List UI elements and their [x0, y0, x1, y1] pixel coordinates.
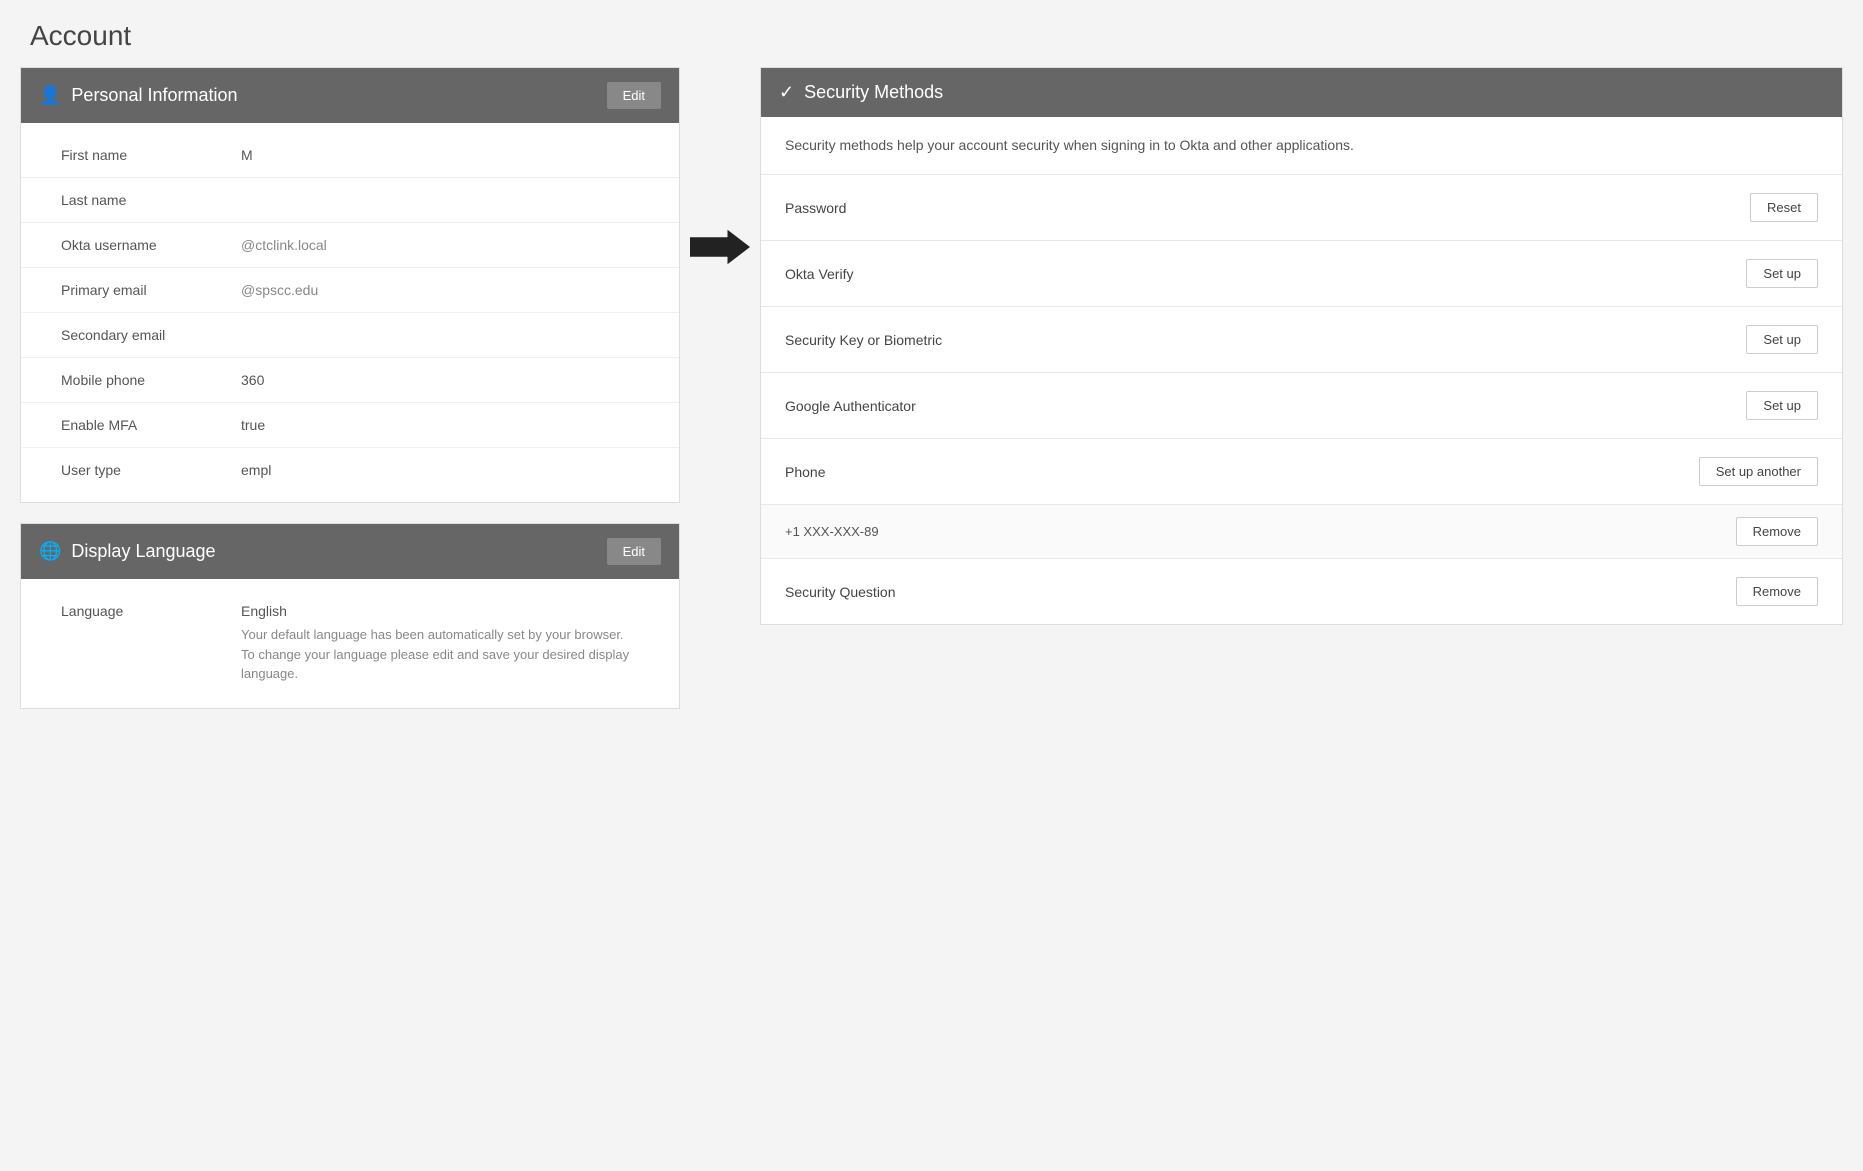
okta-verify-setup-button[interactable]: Set up: [1746, 259, 1818, 288]
left-column: 👤 Personal Information Edit First name M…: [20, 67, 680, 729]
field-value-primary-email: @spscc.edu: [241, 282, 318, 298]
security-row-security-question: Security Question Remove: [761, 559, 1842, 624]
field-value-language: English: [241, 603, 639, 619]
field-row-mobile-phone: Mobile phone 360: [21, 358, 679, 403]
field-value-okta-username: @ctclink.local: [241, 237, 327, 253]
security-key-setup-button[interactable]: Set up: [1746, 325, 1818, 354]
page-container: Account 👤 Personal Information Edit Firs…: [0, 0, 1863, 749]
phone-remove-button[interactable]: Remove: [1736, 517, 1818, 546]
field-label-lastname: Last name: [61, 192, 241, 208]
field-value-user-type: empl: [241, 462, 271, 478]
right-column: ✓ Security Methods Security methods help…: [760, 67, 1843, 625]
field-label-user-type: User type: [61, 462, 241, 478]
field-label-primary-email: Primary email: [61, 282, 241, 298]
phone-number-value: +1 XXX-XXX-89: [785, 524, 879, 539]
display-language-edit-button[interactable]: Edit: [607, 538, 661, 565]
field-row-user-type: User type empl: [21, 448, 679, 492]
arrow-column: [680, 67, 760, 267]
person-icon: 👤: [39, 85, 61, 106]
arrow-svg: [690, 227, 750, 267]
security-label-security-key: Security Key or Biometric: [785, 332, 942, 348]
field-row-lastname: Last name: [21, 178, 679, 223]
field-row-firstname: First name M: [21, 133, 679, 178]
display-language-body: Language English Your default language h…: [21, 579, 679, 708]
field-row-okta-username: Okta username @ctclink.local: [21, 223, 679, 268]
personal-info-edit-button[interactable]: Edit: [607, 82, 661, 109]
display-language-header: 🌐 Display Language Edit: [21, 524, 679, 579]
field-row-primary-email: Primary email @spscc.edu: [21, 268, 679, 313]
security-methods-header: ✓ Security Methods: [761, 68, 1842, 117]
display-language-title: Display Language: [71, 541, 215, 562]
password-reset-button[interactable]: Reset: [1750, 193, 1818, 222]
checkmark-icon: ✓: [779, 82, 794, 103]
security-label-password: Password: [785, 200, 846, 216]
phone-entry-row: +1 XXX-XXX-89 Remove: [761, 505, 1842, 559]
field-value-mobile-phone: 360: [241, 372, 264, 388]
arrow-indicator: [690, 227, 750, 267]
security-label-security-question: Security Question: [785, 584, 896, 600]
google-auth-setup-button[interactable]: Set up: [1746, 391, 1818, 420]
security-label-google-auth: Google Authenticator: [785, 398, 916, 414]
field-value-enable-mfa: true: [241, 417, 265, 433]
personal-info-header: 👤 Personal Information Edit: [21, 68, 679, 123]
security-label-okta-verify: Okta Verify: [785, 266, 853, 282]
globe-icon: 🌐: [39, 541, 61, 562]
field-row-enable-mfa: Enable MFA true: [21, 403, 679, 448]
field-label-okta-username: Okta username: [61, 237, 241, 253]
field-label-firstname: First name: [61, 147, 241, 163]
security-methods-title: Security Methods: [804, 82, 943, 103]
field-label-secondary-email: Secondary email: [61, 327, 241, 343]
personal-info-card: 👤 Personal Information Edit First name M…: [20, 67, 680, 503]
security-row-security-key: Security Key or Biometric Set up: [761, 307, 1842, 373]
security-methods-card: ✓ Security Methods Security methods help…: [760, 67, 1843, 625]
security-question-remove-button[interactable]: Remove: [1736, 577, 1818, 606]
field-label-enable-mfa: Enable MFA: [61, 417, 241, 433]
security-row-okta-verify: Okta Verify Set up: [761, 241, 1842, 307]
field-row-secondary-email: Secondary email: [21, 313, 679, 358]
display-language-card: 🌐 Display Language Edit Language English…: [20, 523, 680, 709]
security-label-phone: Phone: [785, 464, 825, 480]
language-note: Your default language has been automatic…: [241, 625, 639, 684]
personal-info-body: First name M Last name Okta username @ct…: [21, 123, 679, 502]
page-title: Account: [0, 0, 1863, 67]
security-row-google-auth: Google Authenticator Set up: [761, 373, 1842, 439]
security-row-password: Password Reset: [761, 175, 1842, 241]
security-methods-description: Security methods help your account secur…: [761, 117, 1842, 175]
field-row-language: Language English Your default language h…: [21, 589, 679, 698]
field-value-language-block: English Your default language has been a…: [241, 603, 639, 684]
field-label-language: Language: [61, 603, 241, 619]
phone-setup-another-button[interactable]: Set up another: [1699, 457, 1818, 486]
personal-info-title: Personal Information: [71, 85, 237, 106]
field-value-firstname: M: [241, 147, 253, 163]
security-row-phone: Phone Set up another: [761, 439, 1842, 505]
field-label-mobile-phone: Mobile phone: [61, 372, 241, 388]
